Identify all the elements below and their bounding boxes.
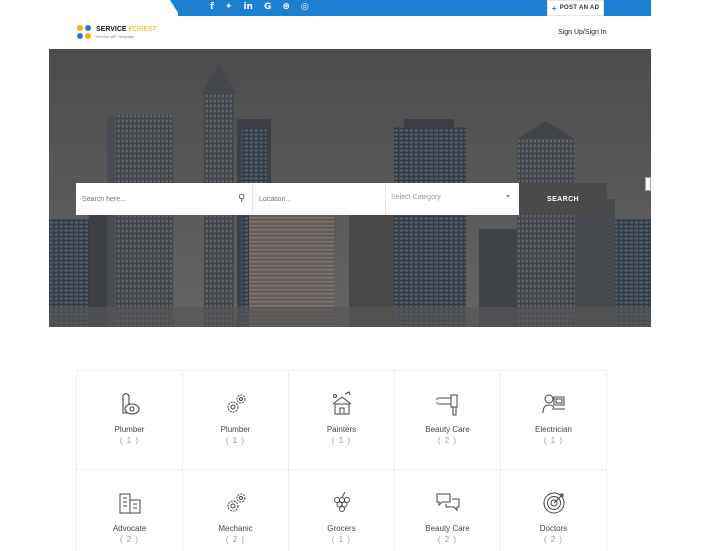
site-logo[interactable]: SERVICE FOREST Service WP Template <box>77 25 157 40</box>
category-name: Plumber <box>220 425 251 434</box>
keyword-search-box: ⚲ <box>76 183 253 215</box>
buildings-icon <box>119 493 140 514</box>
category-count: ( 1 ) <box>225 436 246 445</box>
category-count: ( 2 ) <box>437 535 458 544</box>
category-name: Electrician <box>535 425 572 434</box>
category-name: Beauty Care <box>425 425 470 434</box>
search-button[interactable]: SEARCH <box>519 183 607 215</box>
category-count: ( 1 ) <box>331 535 352 544</box>
hair-dryer-icon <box>435 394 457 416</box>
gears-icon <box>227 394 245 413</box>
category-count: ( 2 ) <box>225 535 246 544</box>
category-select-value: Select Category <box>391 194 441 201</box>
target-icon <box>543 492 564 514</box>
post-ad-button[interactable]: + POST AN AD <box>547 0 604 16</box>
logo-mark-icon <box>77 25 92 40</box>
category-name: Advocate <box>112 524 147 533</box>
pinterest-icon[interactable]: ⊛ <box>282 3 290 12</box>
category-grid: Plumber ( 1 ) Plumber ( 1 ) Painters ( 1… <box>76 370 607 551</box>
category-name: Beauty Care <box>425 524 470 533</box>
top-social-bar: f ✦ in G ⊛ ◎ + POST AN AD <box>0 0 703 16</box>
logo-title: SERVICE FOREST <box>96 26 157 34</box>
search-form: ⚲ Select Category SEARCH <box>76 183 607 215</box>
broken-image-icon <box>645 177 651 191</box>
technician-icon <box>542 394 565 414</box>
category-card[interactable]: Plumber ( 1 ) <box>183 371 289 470</box>
category-card[interactable]: Grocers ( 1 ) <box>289 470 395 551</box>
category-name: Mechanic <box>218 524 253 533</box>
logo-highlight-text: FOREST <box>128 26 157 33</box>
search-icon[interactable]: ⚲ <box>238 193 245 204</box>
category-count: ( 1 ) <box>119 436 140 445</box>
signup-signin-link[interactable]: Sign Up/Sign In <box>558 29 607 36</box>
category-card[interactable]: Plumber ( 1 ) <box>77 371 183 470</box>
gears-icon <box>227 493 245 512</box>
category-name: Doctors <box>539 524 568 533</box>
instagram-icon[interactable]: ◎ <box>301 3 309 12</box>
facebook-icon[interactable]: f <box>210 3 214 12</box>
category-name: Painters <box>326 425 357 434</box>
category-card[interactable]: Doctors ( 2 ) <box>501 470 607 551</box>
logo-subtitle: Service WP Template <box>96 34 135 39</box>
category-select[interactable]: Select Category <box>386 183 519 215</box>
category-count: ( 1 ) <box>331 436 352 445</box>
category-name: Grocers <box>327 524 356 533</box>
category-card[interactable]: Advocate ( 2 ) <box>77 470 183 551</box>
logo-main-text: SERVICE <box>96 26 127 33</box>
location-box <box>253 183 403 215</box>
category-card[interactable]: Beauty Care ( 2 ) <box>395 371 501 470</box>
category-count: ( 2 ) <box>119 535 140 544</box>
keyword-search-input[interactable] <box>76 183 226 215</box>
category-count: ( 2 ) <box>543 535 564 544</box>
location-input[interactable] <box>253 183 403 215</box>
house-paint-icon <box>332 391 351 415</box>
category-count: ( 1 ) <box>543 436 564 445</box>
post-ad-label: POST AN AD <box>559 5 600 11</box>
category-count: ( 2 ) <box>437 436 458 445</box>
category-card[interactable]: Mechanic ( 2 ) <box>183 470 289 551</box>
category-card[interactable]: Beauty Care ( 2 ) <box>395 470 501 551</box>
linkedin-icon[interactable]: in <box>243 3 253 12</box>
social-links: f ✦ in G ⊛ ◎ <box>210 0 309 14</box>
chevron-down-icon <box>506 195 510 198</box>
category-card[interactable]: Electrician ( 1 ) <box>501 371 607 470</box>
vacuum-cleaner-icon <box>121 393 140 415</box>
plus-icon: + <box>551 3 557 13</box>
chat-bubbles-icon <box>436 493 459 512</box>
category-name: Plumber <box>114 425 145 434</box>
twitter-icon[interactable]: ✦ <box>225 3 233 12</box>
google-icon[interactable]: G <box>264 3 271 12</box>
category-card[interactable]: Painters ( 1 ) <box>289 371 395 470</box>
grapes-icon <box>333 491 350 512</box>
